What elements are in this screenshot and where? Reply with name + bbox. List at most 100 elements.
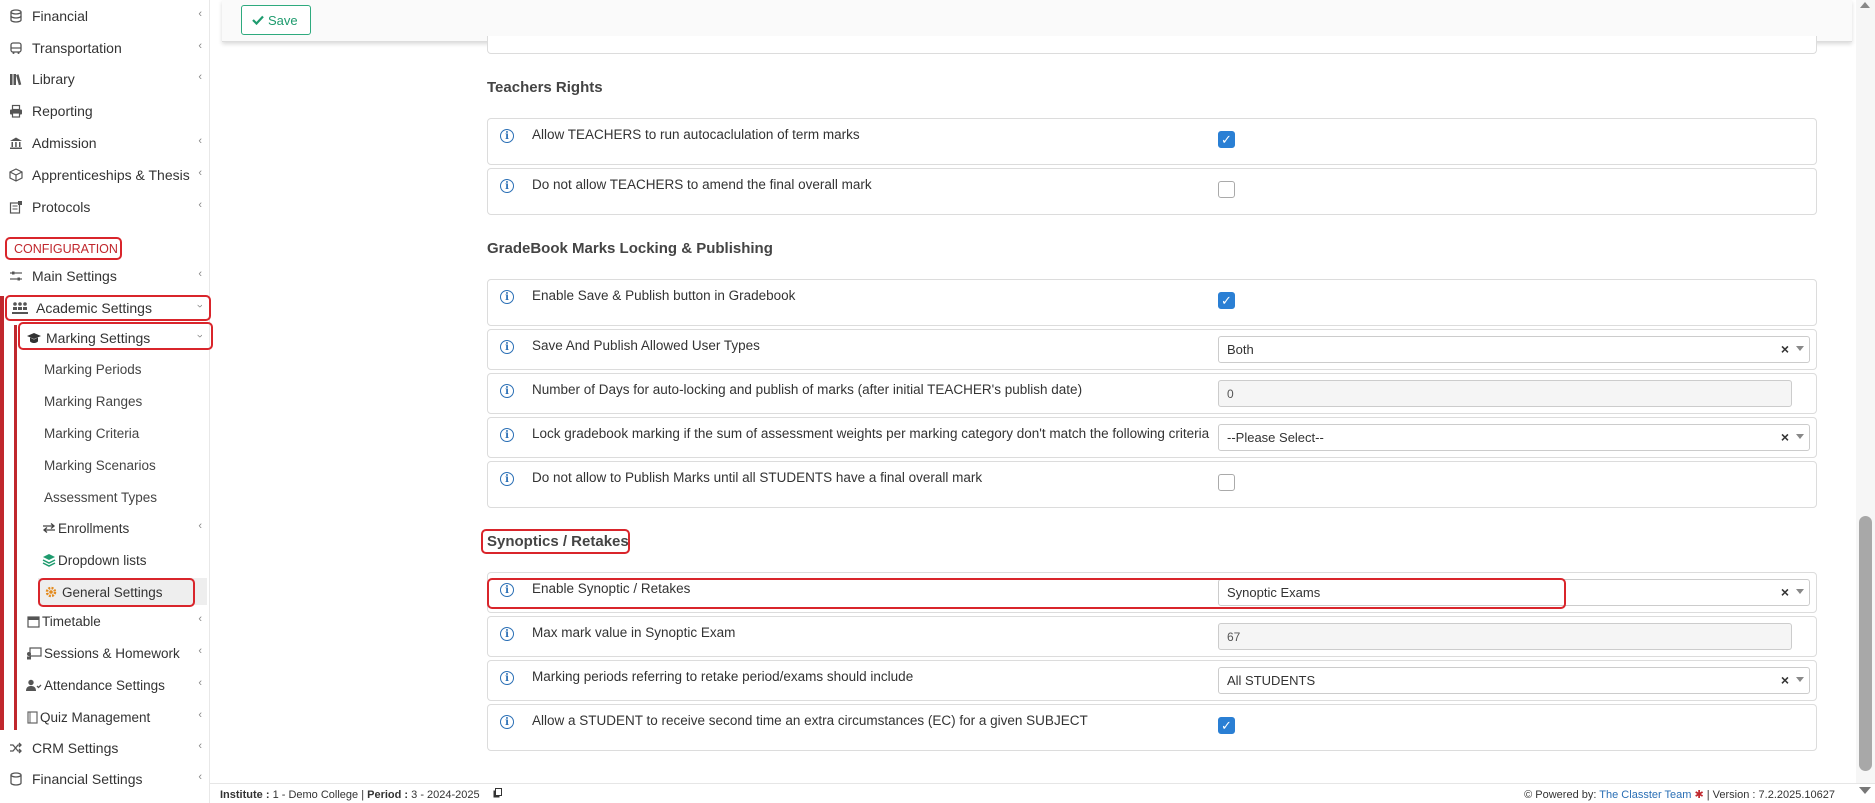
setting-checkbox[interactable]: ✓ (1218, 717, 1235, 734)
sidebar-item-label: Timetable (42, 613, 101, 629)
chevron-left-icon: ‹ (198, 199, 202, 211)
check-icon (252, 13, 264, 28)
arrows-exchange-icon (42, 520, 56, 536)
sidebar-item-label: Dropdown lists (58, 552, 147, 568)
info-icon[interactable]: i (500, 627, 514, 641)
sidebar-item-marking-settings[interactable]: Marking Settings ‹ (18, 324, 210, 352)
sidebar-item-marking-ranges[interactable]: Marking Ranges (0, 387, 210, 415)
period-value: 3 - 2024-2025 (411, 789, 480, 801)
sidebar-item-label: General Settings (62, 584, 163, 600)
info-icon[interactable]: i (500, 384, 514, 398)
select-value: Both (1227, 342, 1254, 357)
setting-checkbox[interactable] (1218, 181, 1235, 198)
info-icon[interactable]: i (500, 179, 514, 193)
setting-checkbox[interactable]: ✓ (1218, 292, 1235, 309)
sidebar-item-label: Main Settings (32, 268, 117, 284)
setting-label: Max mark value in Synoptic Exam (532, 625, 736, 640)
sidebar-item-attendance-settings[interactable]: Attendance Settings ‹ (18, 671, 210, 699)
info-icon[interactable]: i (500, 583, 514, 597)
settings-row: i Save And Publish Allowed User Types Bo… (487, 329, 1817, 370)
sliders-icon (8, 268, 24, 284)
dropdown-arrow-icon[interactable] (1796, 434, 1804, 439)
scrollbar-thumb[interactable] (1859, 516, 1872, 771)
sidebar-item-label: Quiz Management (40, 709, 151, 725)
info-icon[interactable]: i (500, 715, 514, 729)
chevron-left-icon: ‹ (198, 740, 202, 752)
clear-icon[interactable]: × (1781, 672, 1789, 688)
sidebar-item-main-settings[interactable]: Main Settings ‹ (0, 262, 210, 290)
settings-row: i Enable Synoptic / Retakes Synoptic Exa… (487, 572, 1817, 613)
info-icon[interactable]: i (500, 671, 514, 685)
sidebar-item-label: Library (32, 71, 75, 87)
clear-icon[interactable]: × (1781, 429, 1789, 445)
synoptic-retakes-select[interactable]: Synoptic Exams × (1218, 579, 1810, 606)
sidebar-item-general-settings[interactable]: General Settings (38, 578, 206, 606)
info-icon[interactable]: i (500, 428, 514, 442)
chevron-left-icon: ‹ (198, 8, 202, 20)
info-icon[interactable]: i (500, 340, 514, 354)
info-icon[interactable]: i (500, 472, 514, 486)
sidebar-item-label: Sessions & Homework (44, 645, 180, 661)
sidebar-item-admission[interactable]: Admission ‹ (0, 129, 210, 157)
sidebar-item-sessions-homework[interactable]: Sessions & Homework ‹ (18, 639, 210, 667)
sidebar-item-crm-settings[interactable]: CRM Settings ‹ (0, 734, 210, 762)
sidebar-item-label: Academic Settings (36, 300, 152, 316)
sidebar-item-dropdown-lists[interactable]: Dropdown lists (34, 546, 210, 574)
group-title-synoptics: Synoptics / Retakes (487, 533, 629, 550)
save-button[interactable]: Save (241, 5, 311, 35)
scroll-down-arrow-icon[interactable] (1859, 787, 1871, 794)
layers-icon (42, 552, 56, 568)
settings-row: i Enable Save & Publish button in Gradeb… (487, 279, 1817, 326)
user-types-select[interactable]: Both × (1218, 336, 1810, 363)
sidebar-item-academic-settings[interactable]: Academic Settings ‹ (0, 294, 210, 322)
auto-lock-days-input[interactable]: 0 (1218, 380, 1792, 407)
calendar-icon (26, 613, 40, 629)
dropdown-arrow-icon[interactable] (1796, 589, 1804, 594)
sidebar-item-assessment-types[interactable]: Assessment Types (0, 483, 210, 511)
chevron-left-icon: ‹ (198, 135, 202, 147)
sidebar-item-library[interactable]: Library ‹ (0, 65, 210, 93)
sidebar-item-label: Transportation (32, 40, 122, 56)
sidebar-item-reporting[interactable]: Reporting (0, 97, 210, 125)
sidebar-item-transportation[interactable]: Transportation ‹ (0, 34, 210, 62)
retake-marking-periods-select[interactable]: All STUDENTS × (1218, 667, 1810, 694)
sidebar-item-enrollments[interactable]: Enrollments ‹ (34, 514, 210, 542)
sidebar-item-protocols[interactable]: Protocols ‹ (0, 193, 210, 221)
app-root: Financial ‹ Transportation ‹ Library ‹ R… (0, 0, 1875, 803)
settings-row: i Max mark value in Synoptic Exam 67 (487, 616, 1817, 657)
sidebar-item-marking-criteria[interactable]: Marking Criteria (0, 419, 210, 447)
coins-icon (8, 8, 24, 24)
dropdown-arrow-icon[interactable] (1796, 677, 1804, 682)
dropdown-arrow-icon[interactable] (1796, 346, 1804, 351)
box-icon (8, 167, 24, 183)
bank-icon (8, 135, 24, 151)
sidebar-item-timetable[interactable]: Timetable ‹ (18, 607, 210, 635)
scroll-up-arrow-icon[interactable] (1860, 2, 1870, 8)
sidebar-item-marking-periods[interactable]: Marking Periods (0, 355, 210, 383)
powered-by-label: Powered by: (1535, 789, 1597, 801)
institute-value: 1 - Demo College (272, 789, 359, 801)
sidebar-item-marking-scenarios[interactable]: Marking Scenarios (0, 451, 210, 479)
max-mark-input[interactable]: 67 (1218, 623, 1792, 650)
clear-icon[interactable]: × (1781, 584, 1789, 600)
printer-icon (8, 103, 24, 119)
sidebar-item-label: Enrollments (58, 520, 130, 536)
sidebar-item-quiz-management[interactable]: Quiz Management ‹ (18, 703, 210, 731)
setting-checkbox[interactable]: ✓ (1218, 131, 1235, 148)
info-icon[interactable]: i (500, 290, 514, 304)
team-link[interactable]: The Classter Team (1599, 789, 1691, 801)
sidebar-item-financial-settings[interactable]: Financial Settings ‹ (0, 765, 210, 793)
version-label: | Version : 7.2.2025.10627 (1706, 789, 1835, 801)
info-icon[interactable]: i (500, 129, 514, 143)
lock-criteria-select[interactable]: --Please Select-- × (1218, 424, 1810, 451)
user-check-icon (26, 677, 42, 693)
sidebar-item-apprenticeships[interactable]: Apprenticeships & Thesis ‹ (0, 161, 210, 189)
setting-checkbox[interactable] (1218, 474, 1235, 491)
clear-icon[interactable]: × (1781, 341, 1789, 357)
setting-label: Allow a STUDENT to receive second time a… (532, 713, 1088, 728)
configuration-heading: CONFIGURATION (14, 242, 118, 256)
sidebar-item-financial[interactable]: Financial ‹ (0, 2, 210, 30)
copy-icon[interactable] (493, 788, 502, 801)
settings-row: i Do not allow TEACHERS to amend the fin… (487, 168, 1817, 215)
chevron-left-icon: ‹ (198, 771, 202, 783)
